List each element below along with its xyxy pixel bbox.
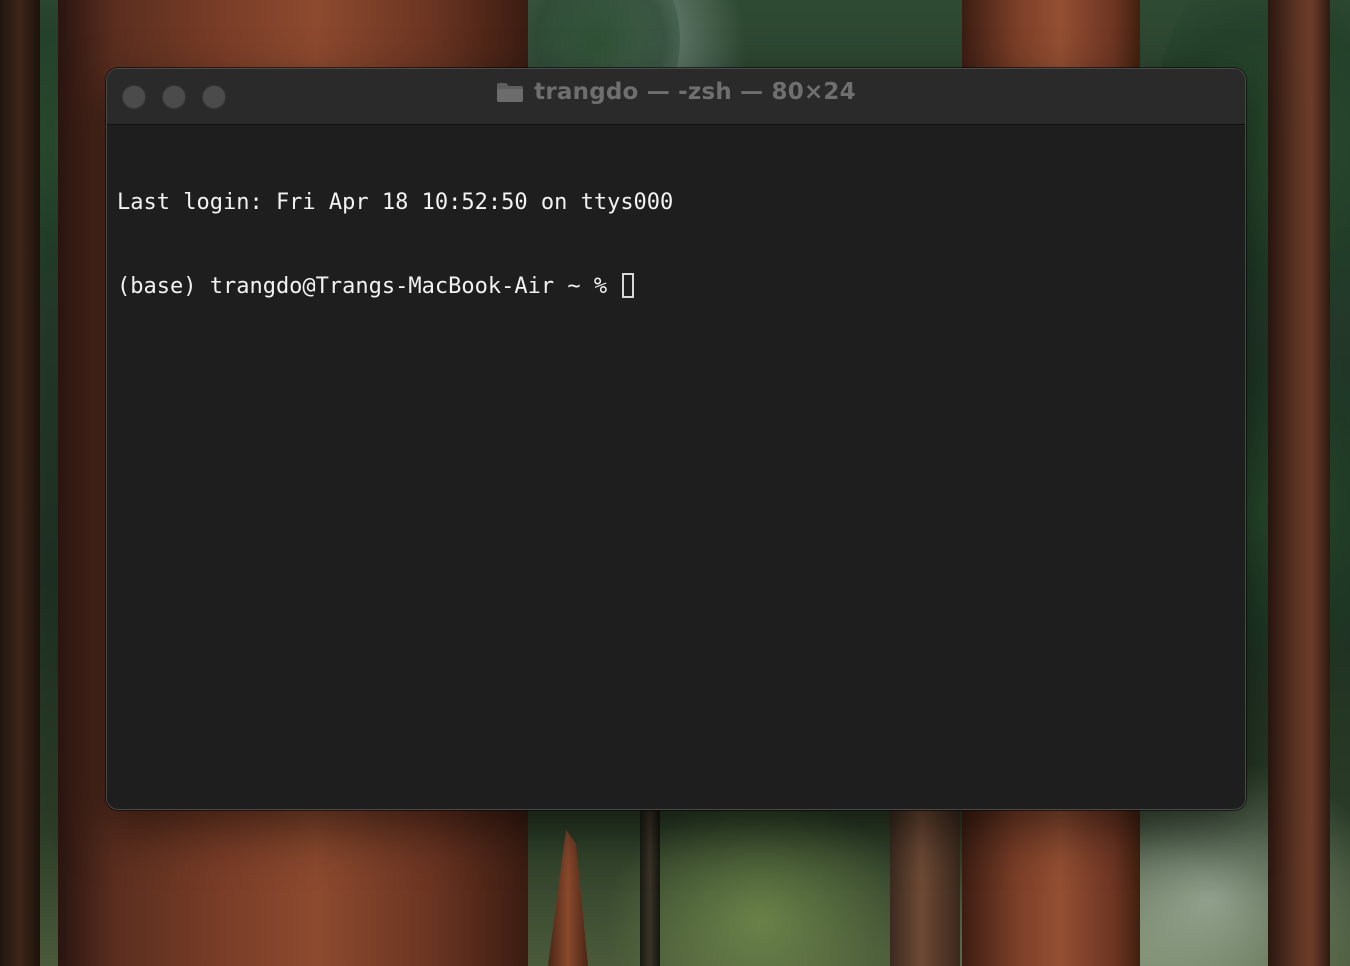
folder-icon bbox=[497, 83, 524, 102]
tree-trunk bbox=[640, 790, 660, 966]
close-button[interactable] bbox=[122, 85, 146, 109]
text-cursor bbox=[622, 273, 635, 298]
tree-stump bbox=[548, 830, 588, 966]
tree-trunk bbox=[0, 0, 40, 966]
last-login-text: Last login: Fri Apr 18 10:52:50 on ttys0… bbox=[117, 190, 674, 215]
terminal-line: Last login: Fri Apr 18 10:52:50 on ttys0… bbox=[117, 189, 1235, 217]
window-controls bbox=[122, 85, 226, 109]
minimize-button[interactable] bbox=[162, 85, 186, 109]
window-title-group: trangdo — -zsh — 80×24 bbox=[107, 79, 1245, 105]
tree-trunk bbox=[1268, 0, 1330, 966]
terminal-window[interactable]: trangdo — -zsh — 80×24 Last login: Fri A… bbox=[106, 68, 1246, 810]
shell-prompt: (base) trangdo@Trangs-MacBook-Air ~ % bbox=[117, 274, 621, 299]
terminal-line: (base) trangdo@Trangs-MacBook-Air ~ % bbox=[117, 273, 1235, 301]
window-titlebar[interactable]: trangdo — -zsh — 80×24 bbox=[107, 69, 1245, 125]
window-title: trangdo — -zsh — 80×24 bbox=[534, 79, 856, 105]
terminal-output[interactable]: Last login: Fri Apr 18 10:52:50 on ttys0… bbox=[107, 125, 1245, 809]
zoom-button[interactable] bbox=[202, 85, 226, 109]
